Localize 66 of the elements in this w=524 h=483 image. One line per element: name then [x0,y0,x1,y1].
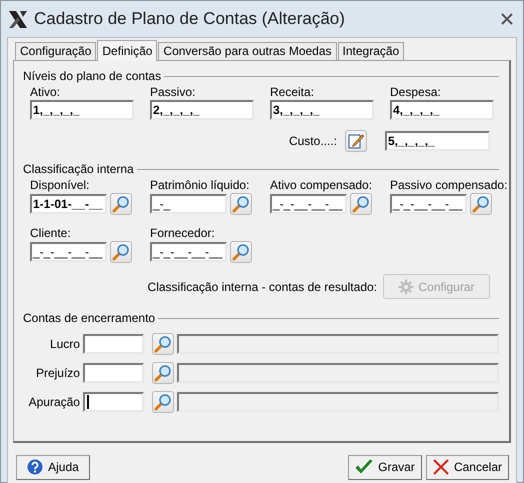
field-label: Passivo: [150,85,196,99]
search-button[interactable] [230,241,252,263]
magnifier-icon [154,364,172,382]
section-title: Níveis do plano de contas [23,69,162,83]
search-button[interactable] [350,193,372,215]
notepad-pencil-icon [348,133,364,149]
input-field[interactable] [82,363,144,383]
field-label: Fornecedor: [150,226,216,240]
help-button[interactable]: Ajuda [16,454,90,480]
app-logo-icon [8,9,28,29]
field-label: Receita: [270,85,316,99]
close-icon [432,459,449,475]
input-field[interactable]: _-_-__-__-__ [270,194,347,214]
field-label: Prejuízo [34,366,80,380]
text-cursor [86,395,89,409]
field-label: Passivo compensado: [390,178,508,192]
help-icon [27,459,44,475]
input-field[interactable]: 5,_,_,_,_ [385,131,490,151]
magnifier-icon [352,195,370,213]
tab[interactable]: Definição [97,40,158,61]
search-button[interactable] [110,193,132,215]
field-label: Ativo: [30,85,62,99]
input-field[interactable]: 2,_,_,_,_ [150,100,254,120]
close-icon[interactable] [501,13,513,25]
search-button[interactable] [230,193,252,215]
field-label: Disponível: [30,178,90,192]
magnifier-icon [232,195,250,213]
field-label: Despesa: [390,85,442,99]
input-field[interactable]: _-_-__-__-__ [390,194,467,214]
input-field[interactable] [82,334,144,354]
field-label: Custo....: [288,134,337,148]
magnifier-icon [154,393,172,411]
magnifier-icon [472,195,490,213]
input-field[interactable]: 1-1-01-__-__ [30,194,107,214]
input-field[interactable]: 1,_,_,_,_ [30,100,134,120]
tab[interactable]: Conversão para outras Moedas [158,42,337,60]
cancel-button[interactable]: Cancelar [426,454,509,480]
search-button[interactable] [152,333,174,355]
save-button[interactable]: Gravar [348,454,422,480]
search-button[interactable] [152,362,174,384]
input-field[interactable] [82,392,144,412]
input-field[interactable]: _-_-__-__-__ [150,242,227,262]
edit-button[interactable] [345,130,367,152]
field-label: Lucro [48,337,80,351]
tab[interactable]: Integração [338,42,404,60]
input-field[interactable]: _-_-__-__-__ [30,242,107,262]
search-button[interactable] [152,391,174,413]
magnifier-icon [112,243,130,261]
search-button[interactable] [470,193,492,215]
magnifier-icon [154,335,172,353]
section-title: Contas de encerramento [23,311,156,325]
magnifier-icon [112,195,130,213]
field-label: Patrimônio líquido: [150,178,250,192]
search-button[interactable] [110,241,132,263]
field-label: Apuração [28,395,80,409]
field-label: Ativo compensado: [270,178,374,192]
field-label: Cliente: [30,226,72,240]
input-field[interactable]: 3,_,_,_,_ [270,100,374,120]
window-title: Cadastro de Plano de Contas (Alteração) [34,9,346,29]
input-field[interactable]: 4,_,_,_,_ [390,100,494,120]
input-field[interactable]: _-_ [150,194,227,214]
field-label: Classificação interna - contas de resultado: [148,280,377,294]
checkmark-icon [355,459,374,475]
magnifier-icon [232,243,250,261]
section-title: Classificação interna [23,162,134,176]
tab[interactable]: Configuração [15,42,96,60]
